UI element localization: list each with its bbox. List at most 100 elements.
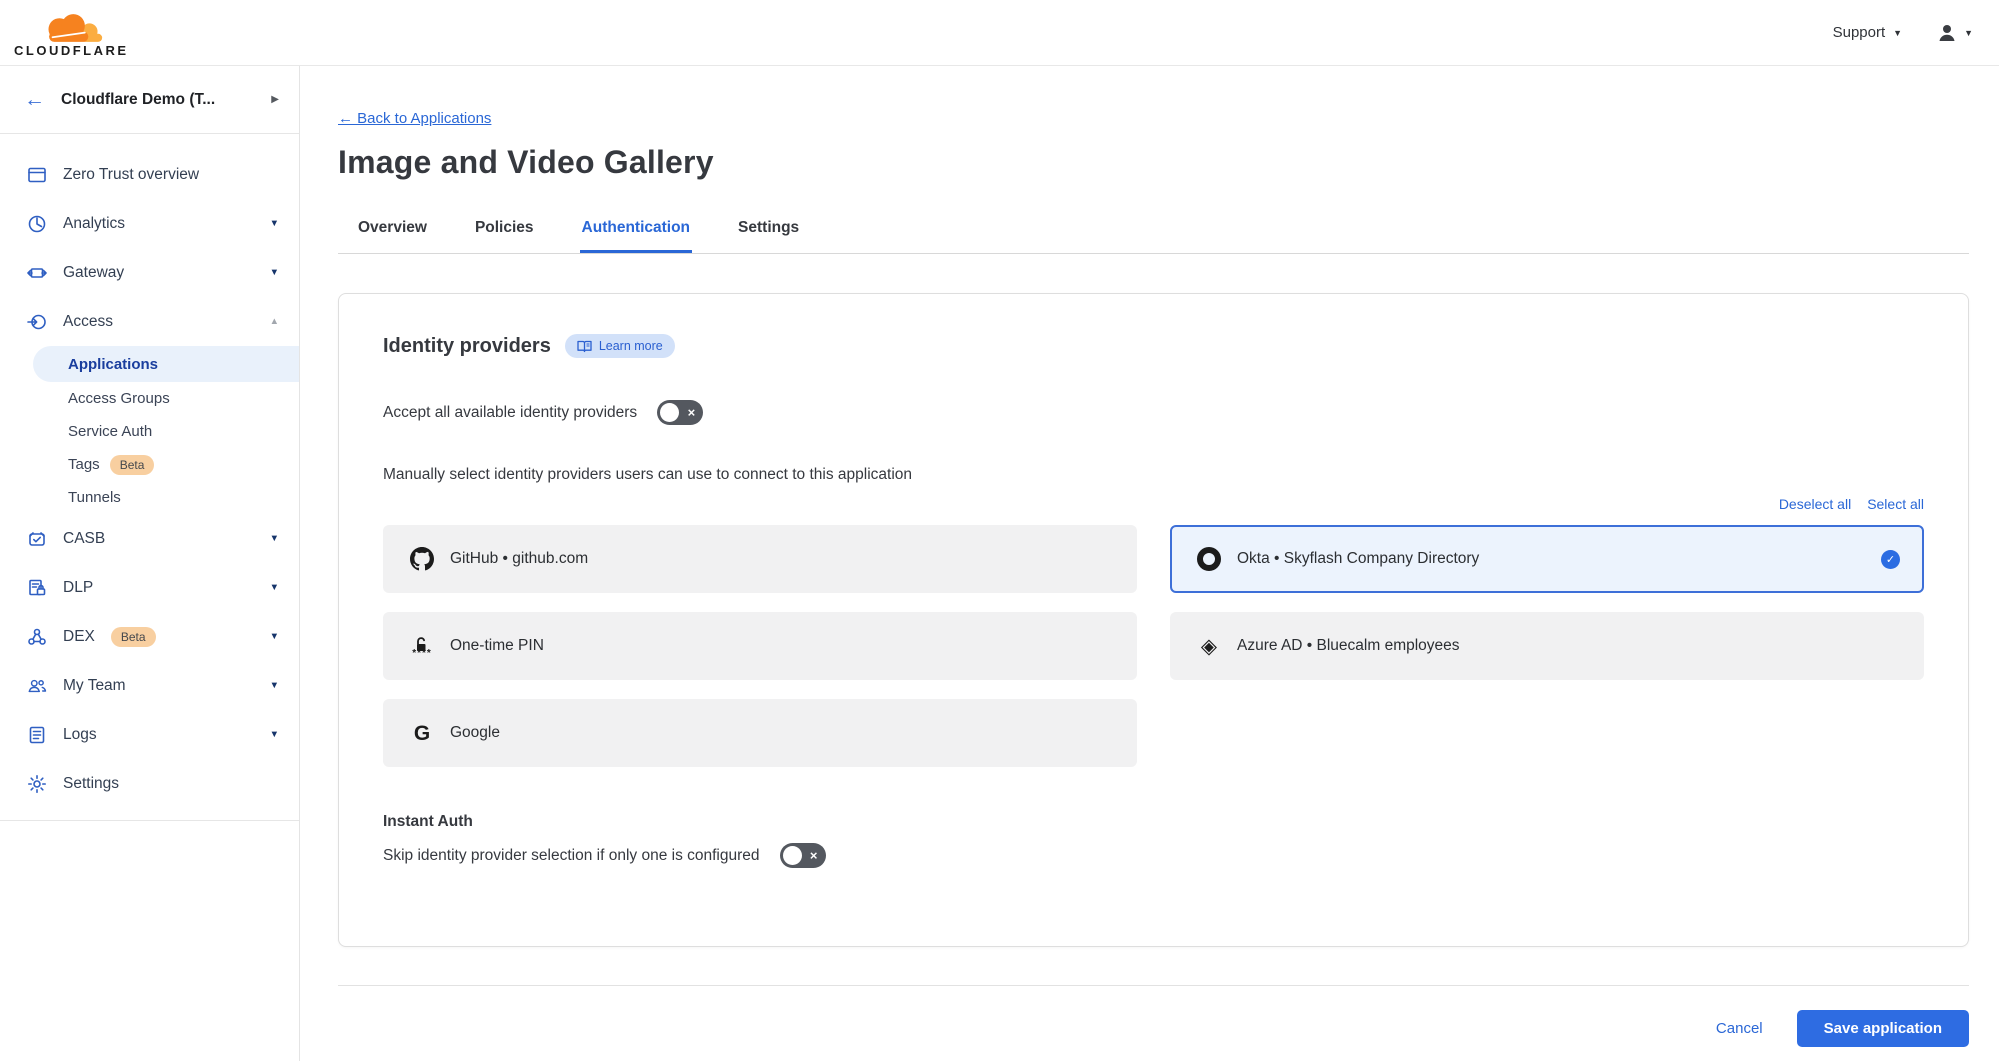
sidebar-item-label: Access bbox=[63, 313, 113, 331]
sidebar-item-settings[interactable]: Settings bbox=[0, 759, 299, 808]
cloudflare-cloud-icon bbox=[36, 13, 106, 43]
back-to-applications-link[interactable]: ← Back to Applications bbox=[338, 110, 491, 127]
cloudflare-logo: CLOUDFLARE bbox=[14, 9, 129, 57]
chevron-down-icon: ▼ bbox=[270, 729, 279, 740]
accept-all-toggle[interactable]: × bbox=[657, 400, 703, 425]
chevron-down-icon: ▼ bbox=[1893, 28, 1902, 38]
sidebar-item-label: My Team bbox=[63, 677, 126, 695]
provider-name: GitHub • github.com bbox=[450, 550, 588, 568]
sidebar-item-label: Settings bbox=[63, 775, 119, 793]
sidebar-subitem-label: Tunnels bbox=[68, 489, 121, 506]
provider-card-google[interactable]: G Google bbox=[383, 699, 1137, 767]
sidebar-subitem-label: Access Groups bbox=[68, 390, 170, 407]
sidebar-subitem-tunnels[interactable]: Tunnels bbox=[0, 481, 299, 514]
sidebar-item-analytics[interactable]: Analytics ▼ bbox=[0, 199, 299, 248]
sidebar-subitem-applications[interactable]: Applications bbox=[33, 346, 299, 382]
provider-card-okta[interactable]: Okta • Skyflash Company Directory ✓ bbox=[1170, 525, 1924, 593]
tab-bar: Overview Policies Authentication Settings bbox=[338, 209, 1969, 254]
casb-icon bbox=[27, 529, 47, 549]
deselect-all-link[interactable]: Deselect all bbox=[1779, 496, 1851, 512]
chevron-down-icon: ▼ bbox=[1964, 28, 1973, 38]
page-title: Image and Video Gallery bbox=[338, 144, 1969, 181]
toggle-knob bbox=[660, 403, 679, 422]
book-icon bbox=[577, 340, 592, 353]
sidebar-item-my-team[interactable]: My Team ▼ bbox=[0, 661, 299, 710]
account-menu[interactable]: ▼ bbox=[1936, 22, 1973, 44]
chevron-down-icon: ▼ bbox=[270, 218, 279, 229]
sidebar-nav: Zero Trust overview Analytics ▼ Gateway ▼ Acc… bbox=[0, 134, 299, 808]
sidebar-item-logs[interactable]: Logs ▼ bbox=[0, 710, 299, 759]
sidebar-item-dex[interactable]: DEX Beta ▼ bbox=[0, 612, 299, 661]
tab-policies[interactable]: Policies bbox=[473, 209, 536, 253]
chevron-down-icon: ▼ bbox=[270, 680, 279, 691]
chevron-down-icon: ▼ bbox=[270, 533, 279, 544]
gateway-icon bbox=[27, 263, 47, 283]
dex-icon bbox=[27, 627, 47, 647]
team-switcher[interactable]: ← Cloudflare Demo (T... ▶ bbox=[0, 66, 299, 134]
beta-badge: Beta bbox=[110, 455, 155, 475]
sidebar-item-gateway[interactable]: Gateway ▼ bbox=[0, 248, 299, 297]
save-application-button[interactable]: Save application bbox=[1797, 1010, 1969, 1047]
sidebar-subitem-label: Applications bbox=[68, 356, 158, 373]
selected-check-icon: ✓ bbox=[1881, 550, 1900, 569]
sidebar-subitem-label: Tags bbox=[68, 456, 100, 473]
cancel-button[interactable]: Cancel bbox=[1716, 1020, 1763, 1037]
azure-ad-icon: ◈ bbox=[1196, 636, 1222, 657]
sidebar-item-casb[interactable]: CASB ▼ bbox=[0, 514, 299, 563]
learn-more-label: Learn more bbox=[599, 339, 663, 353]
sidebar-subitem-service-auth[interactable]: Service Auth bbox=[0, 415, 299, 448]
providers-grid: GitHub • github.com Okta • Skyflash Compa… bbox=[383, 525, 1924, 767]
sidebar-subitem-label: Service Auth bbox=[68, 423, 152, 440]
toggle-off-x-icon: × bbox=[810, 849, 818, 862]
tab-authentication[interactable]: Authentication bbox=[580, 209, 693, 253]
select-all-link[interactable]: Select all bbox=[1867, 496, 1924, 512]
learn-more-button[interactable]: Learn more bbox=[565, 334, 675, 358]
sidebar-subitem-tags[interactable]: Tags Beta bbox=[0, 448, 299, 481]
chevron-down-icon: ▼ bbox=[270, 631, 279, 642]
sidebar-item-label: CASB bbox=[63, 530, 105, 548]
sidebar-item-label: DEX bbox=[63, 628, 95, 646]
sidebar-item-label: Gateway bbox=[63, 264, 124, 282]
identity-providers-card: Identity providers Learn more Accept all… bbox=[338, 293, 1969, 947]
sidebar-item-label: Logs bbox=[63, 726, 97, 744]
card-heading: Identity providers bbox=[383, 335, 551, 358]
google-icon: G bbox=[409, 723, 435, 744]
provider-card-github[interactable]: GitHub • github.com bbox=[383, 525, 1137, 593]
toggle-off-x-icon: × bbox=[688, 406, 696, 419]
provider-card-azure[interactable]: ◈ Azure AD • Bluecalm employees bbox=[1170, 612, 1924, 680]
sidebar-item-zero-trust-overview[interactable]: Zero Trust overview bbox=[0, 150, 299, 199]
provider-card-onetime[interactable]: ****One-time PIN bbox=[383, 612, 1137, 680]
dlp-icon bbox=[27, 578, 47, 598]
main-content: ← Back to Applications Image and Video G… bbox=[300, 66, 1999, 1061]
chevron-right-icon[interactable]: ▶ bbox=[271, 94, 279, 105]
instant-auth-heading: Instant Auth bbox=[383, 813, 1924, 831]
chevron-down-icon: ▼ bbox=[270, 582, 279, 593]
sidebar-item-label: Zero Trust overview bbox=[63, 166, 199, 184]
tab-overview[interactable]: Overview bbox=[356, 209, 429, 253]
window-icon bbox=[27, 165, 47, 185]
back-arrow-icon[interactable]: ← bbox=[24, 88, 45, 112]
access-icon bbox=[27, 312, 47, 332]
chevron-up-icon: ▲ bbox=[270, 316, 279, 327]
provider-name: Azure AD • Bluecalm employees bbox=[1237, 637, 1460, 655]
toggle-knob bbox=[783, 846, 802, 865]
sidebar-item-access[interactable]: Access ▲ bbox=[0, 297, 299, 346]
top-bar: CLOUDFLARE Support ▼ ▼ bbox=[0, 0, 1999, 66]
support-label: Support bbox=[1833, 24, 1886, 41]
beta-badge: Beta bbox=[111, 627, 156, 647]
team-name: Cloudflare Demo (T... bbox=[61, 91, 255, 109]
okta-icon bbox=[1196, 547, 1222, 571]
logs-icon bbox=[27, 725, 47, 745]
team-icon bbox=[27, 676, 47, 696]
provider-name: Google bbox=[450, 724, 500, 742]
brand-text: CLOUDFLARE bbox=[14, 44, 129, 57]
otp-mask: **** bbox=[412, 652, 432, 656]
tab-settings[interactable]: Settings bbox=[736, 209, 801, 253]
instant-auth-toggle[interactable]: × bbox=[780, 843, 826, 868]
sidebar-item-label: Analytics bbox=[63, 215, 125, 233]
provider-name: Okta • Skyflash Company Directory bbox=[1237, 550, 1479, 568]
sidebar-item-dlp[interactable]: DLP▼ bbox=[0, 563, 299, 612]
chevron-down-icon: ▼ bbox=[270, 267, 279, 278]
support-menu[interactable]: Support ▼ bbox=[1833, 24, 1902, 41]
sidebar-subitem-access-groups[interactable]: Access Groups bbox=[0, 382, 299, 415]
